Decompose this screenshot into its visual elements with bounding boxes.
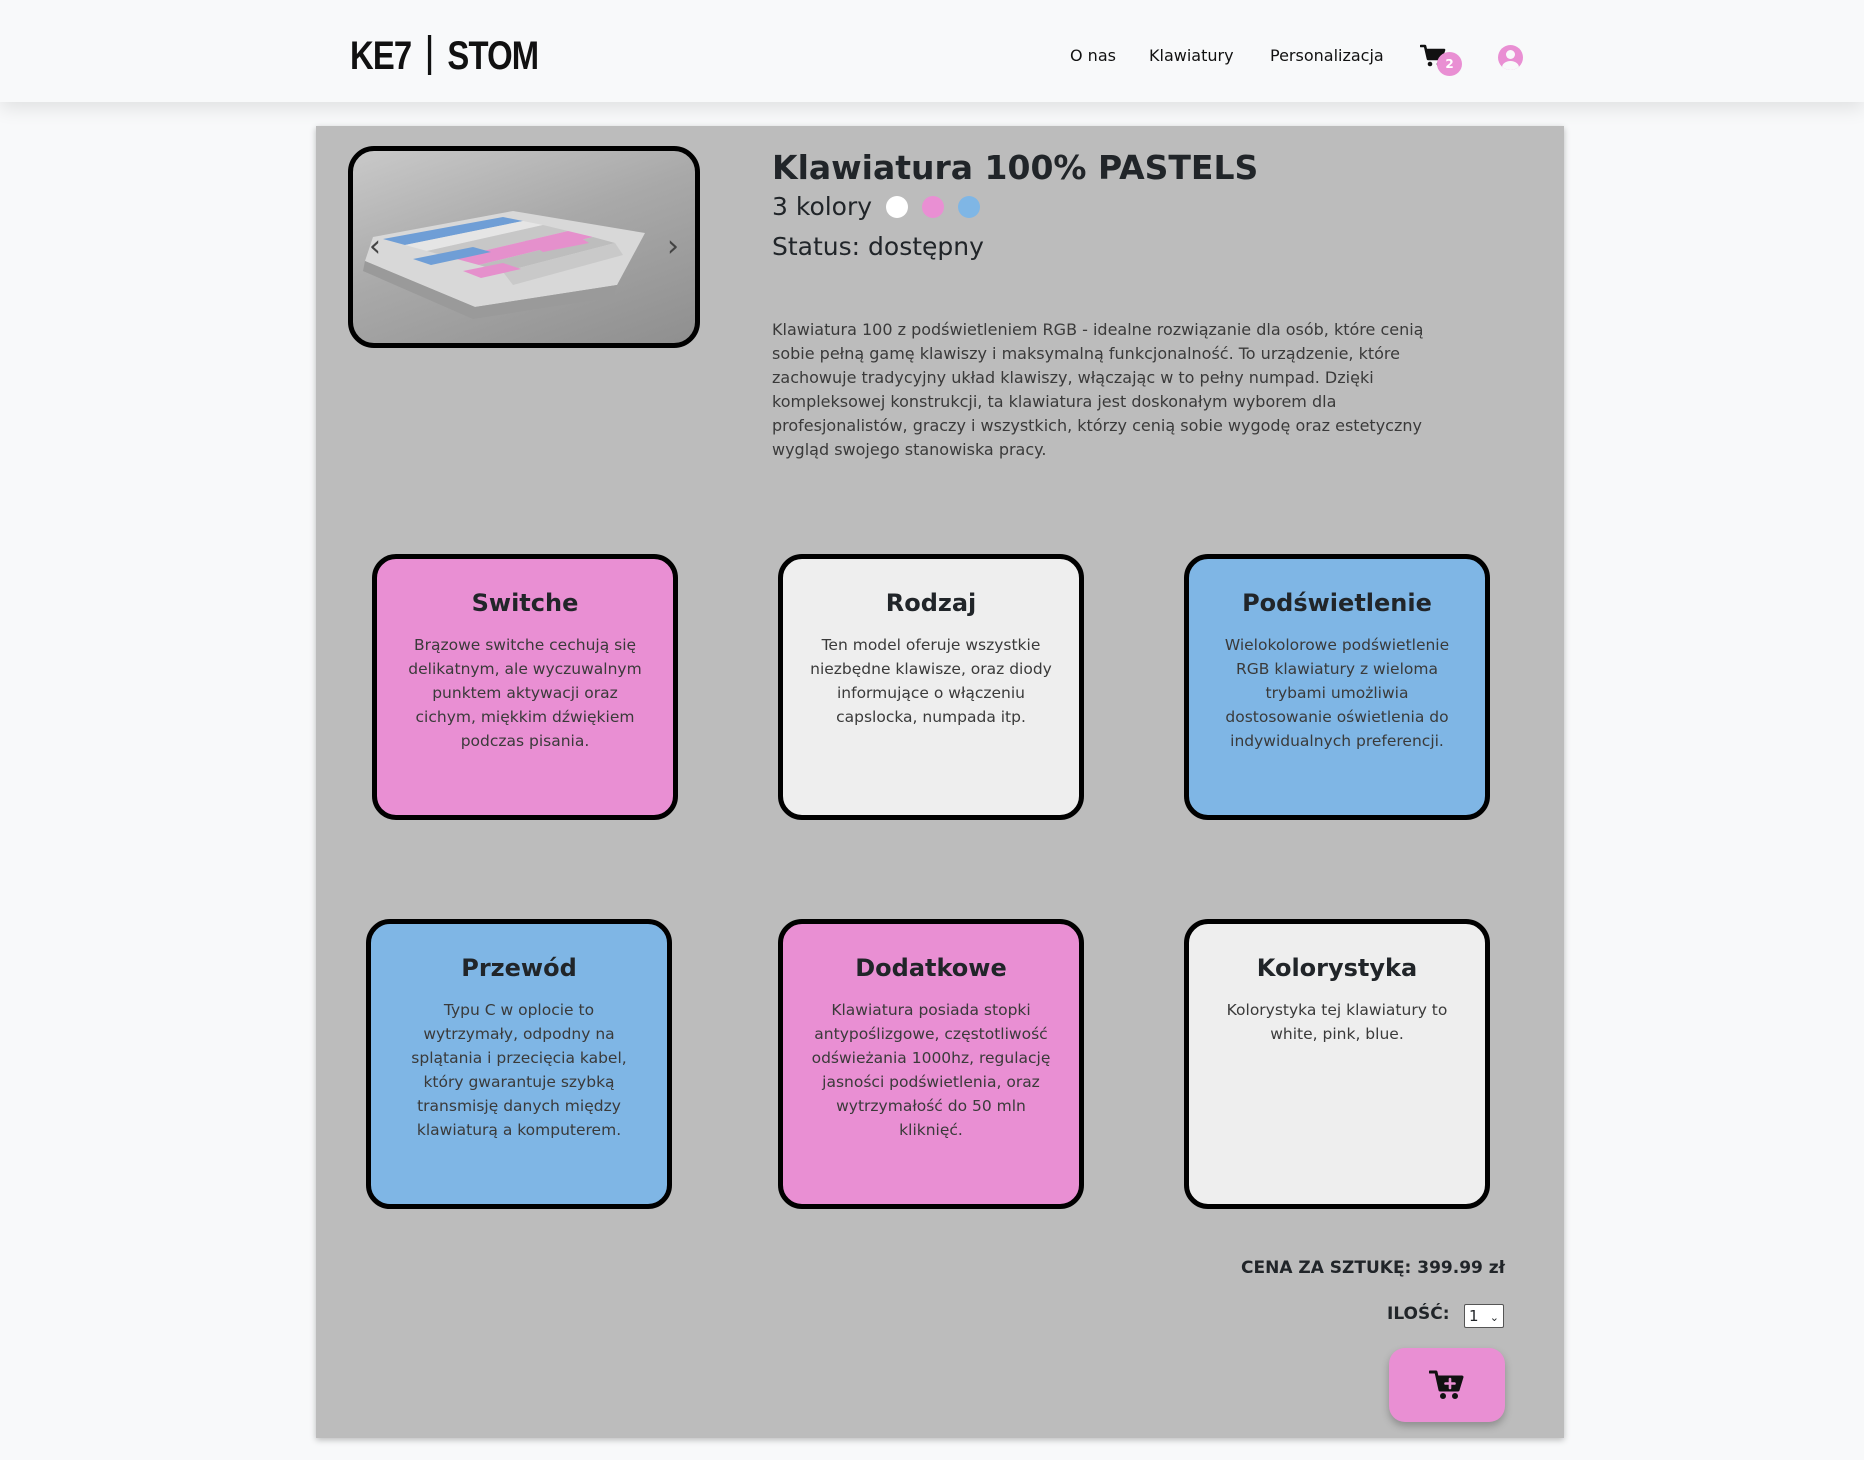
- feature-card-dodatkowe: Dodatkowe Klawiatura posiada stopki anty…: [778, 919, 1084, 1209]
- nav-link-personalizacja[interactable]: Personalizacja: [1270, 46, 1384, 65]
- feature-card-kolorystyka: Kolorystyka Kolorystyka tej klawiatury t…: [1184, 919, 1490, 1209]
- carousel-next-button[interactable]: ›: [661, 229, 685, 265]
- feature-card-przewod: Przewód Typu C w oplocie to wytrzymały, …: [366, 919, 672, 1209]
- feature-card-rodzaj: Rodzaj Ten model oferuje wszystkie niezb…: [778, 554, 1084, 820]
- feature-card-switche: Switche Brązowe switche cechują się deli…: [372, 554, 678, 820]
- navbar: KE7 STOM O nas Klawiatury Personalizacja …: [0, 0, 1864, 102]
- feature-card-title: Kolorystyka: [1256, 954, 1418, 982]
- product-image-carousel[interactable]: ‹ ›: [348, 146, 700, 348]
- feature-card-title: Rodzaj: [885, 589, 977, 617]
- nav-link-klawiatury[interactable]: Klawiatury: [1149, 46, 1234, 65]
- nav-link-o-nas[interactable]: O nas: [1070, 46, 1116, 65]
- colors-label: 3 kolory: [772, 192, 873, 221]
- feature-card-text: Ten model oferuje wszystkie niezbędne kl…: [810, 636, 1052, 726]
- feature-card-text: Wielokolorowe podświetlenie RGB klawiatu…: [1224, 636, 1450, 750]
- feature-card-text: Brązowe switche cechują się delikatnym, …: [408, 636, 642, 750]
- user-circle-icon[interactable]: [1498, 45, 1523, 70]
- keyboard-image: [363, 211, 645, 319]
- quantity-select[interactable]: 1 ⌄: [1464, 1304, 1504, 1328]
- chevron-down-icon: ⌄: [1489, 1311, 1499, 1324]
- feature-card-text: Kolorystyka tej klawiatury to white, pin…: [1226, 1001, 1448, 1043]
- unit-price: CENA ZA SZTUKĘ: 399.99 zł: [1241, 1258, 1505, 1278]
- product-status: Status: dostępny: [772, 232, 984, 261]
- cart-count-badge: 2: [1437, 52, 1462, 76]
- feature-card-title: Dodatkowe: [855, 954, 1007, 982]
- add-to-cart-button[interactable]: [1389, 1348, 1505, 1422]
- logo-left: KE7: [350, 34, 412, 78]
- color-swatch-blue[interactable]: [958, 195, 981, 218]
- user-icon-head: [1506, 50, 1515, 59]
- feature-card-title: Podświetlenie: [1242, 589, 1432, 617]
- feature-card-text: Typu C w oplocie to wytrzymały, odpodny …: [411, 1001, 627, 1139]
- color-swatch-white[interactable]: [886, 195, 909, 218]
- product-colors: 3 kolory: [772, 192, 981, 221]
- feature-card-title: Switche: [471, 589, 579, 617]
- color-swatch-pink[interactable]: [922, 195, 945, 218]
- feature-card-title: Przewód: [461, 954, 577, 982]
- carousel-prev-button[interactable]: ‹: [363, 229, 387, 265]
- product-title: Klawiatura 100% PASTELS: [772, 148, 1259, 187]
- brand-logo[interactable]: KE7 STOM: [350, 34, 539, 79]
- logo-divider: [427, 35, 432, 75]
- product-description: Klawiatura 100 z podświetleniem RGB - id…: [772, 320, 1424, 459]
- logo-right: STOM: [447, 34, 539, 78]
- user-icon-body: [1502, 61, 1519, 70]
- cart-plus-icon: [1429, 1370, 1464, 1399]
- quantity-label: ILOŚĆ:: [1387, 1304, 1450, 1324]
- feature-card-podswietlenie: Podświetlenie Wielokolorowe podświetleni…: [1184, 554, 1490, 820]
- product-panel: ‹ › Klawiatura 100% PASTELS 3 kolory Sta…: [316, 126, 1564, 1438]
- quantity-value: 1: [1469, 1307, 1479, 1325]
- feature-card-text: Klawiatura posiada stopki antypoślizgowe…: [811, 1001, 1051, 1139]
